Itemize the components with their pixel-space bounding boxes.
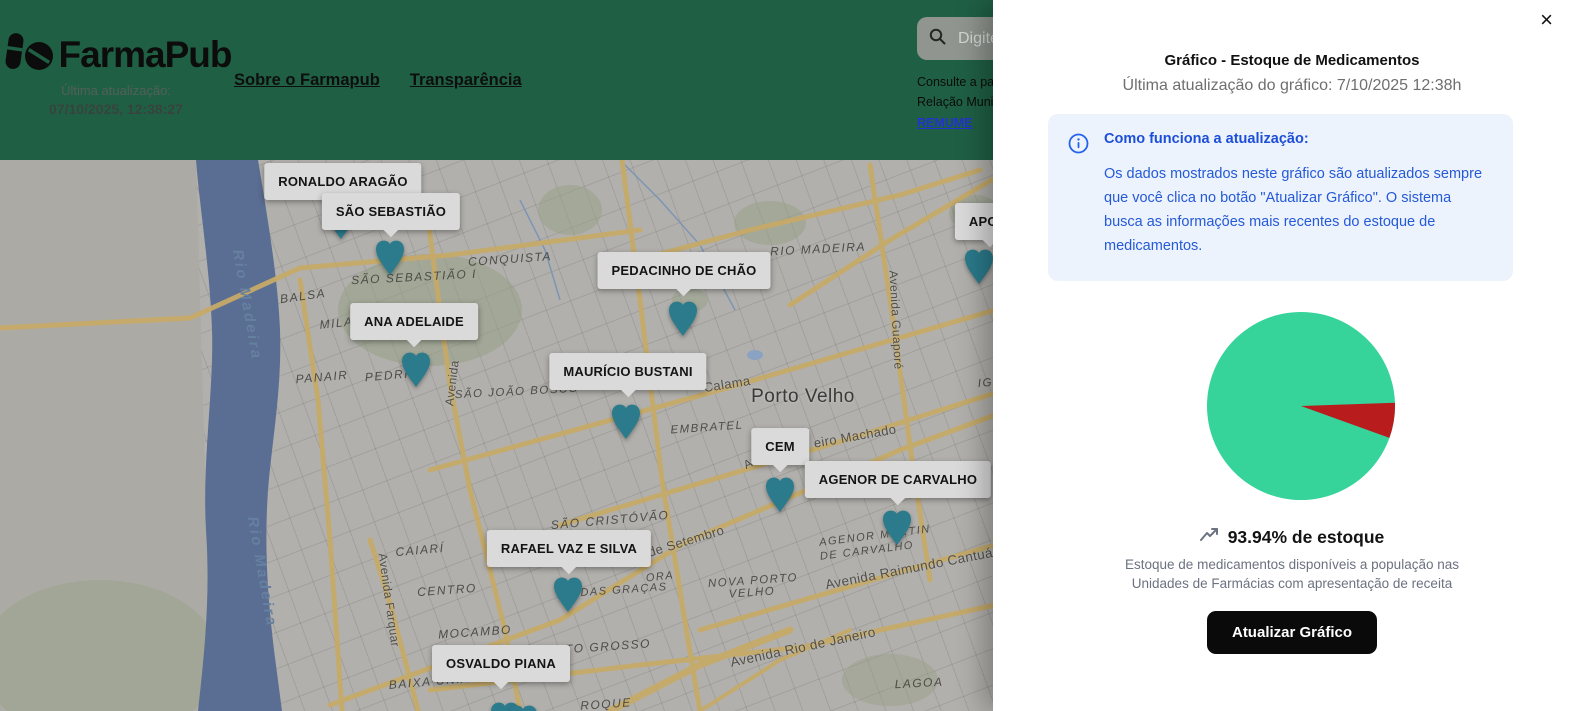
stock-caption: Estoque de medicamentos disponíveis a po… — [993, 555, 1591, 594]
remume-note: Consulte a pad Relação Munic REMUME — [917, 72, 1001, 133]
search-icon — [929, 28, 946, 50]
close-icon[interactable]: × — [1534, 8, 1559, 32]
pharmacy-pin[interactable] — [399, 348, 433, 388]
pharmacy-pin[interactable] — [880, 506, 914, 546]
update-chart-button[interactable]: Atualizar Gráfico — [1207, 611, 1377, 654]
last-update-value: 07/10/2025, 12:38:27 — [10, 101, 222, 117]
pharmacy-pin[interactable] — [551, 573, 585, 613]
last-update-label: Última atualização: — [10, 83, 222, 98]
stock-percentage: 93.94% de estoque — [1228, 527, 1385, 548]
remume-link[interactable]: REMUME — [917, 116, 973, 130]
main-nav: Sobre o Farmapub Transparência — [234, 71, 522, 90]
trending-up-icon — [1200, 527, 1220, 548]
brand: FarmaPub Última atualização: 07/10/2025,… — [10, 30, 222, 117]
map-street-label: Porto Velho — [751, 386, 855, 408]
info-body: Os dados mostrados neste gráfico são atu… — [1104, 163, 1493, 259]
pharmacy-pin[interactable] — [962, 245, 996, 285]
pharmacy-pin[interactable] — [609, 400, 643, 440]
stock-caption-line1: Estoque de medicamentos disponíveis a po… — [993, 555, 1591, 575]
remume-note-line1: Consulte a pad — [917, 72, 1001, 92]
info-box: Como funciona a atualização: Os dados mo… — [1048, 114, 1513, 281]
info-heading: Como funciona a atualização: — [1104, 131, 1493, 147]
farmapub-app: FarmaPub Última atualização: 07/10/2025,… — [0, 0, 1591, 711]
map-street-label: LAGOA — [894, 675, 944, 692]
pharmacy-label: SÃO SEBASTIÃO — [322, 193, 460, 230]
map-street-label: ROQUE — [580, 695, 632, 711]
brand-name: FarmaPub — [59, 34, 232, 76]
chart-panel: × Gráfico - Estoque de Medicamentos Últi… — [993, 0, 1591, 711]
pharmacy-label: ANA ADELAIDE — [350, 303, 478, 340]
pharmacy-label: OSVALDO PIANA — [432, 645, 570, 682]
panel-subtitle: Última atualização do gráfico: 7/10/2025… — [993, 77, 1591, 95]
stock-pie — [1207, 312, 1395, 500]
pharmacy-label: CEM — [751, 428, 809, 465]
remume-note-line2: Relação Munic — [917, 92, 1001, 112]
pharmacy-label: MAURÍCIO BUSTANI — [549, 353, 706, 390]
pharmacy-pin[interactable] — [506, 701, 540, 711]
nav-sobre-link[interactable]: Sobre o Farmapub — [234, 71, 380, 90]
stock-stat: 93.94% de estoque — [993, 527, 1591, 548]
pharmacy-label: RAFAEL VAZ E SILVA — [487, 530, 651, 567]
pharmacy-pin[interactable] — [763, 473, 797, 513]
stock-pie-chart — [1207, 312, 1395, 500]
pharmacy-pin[interactable] — [373, 236, 407, 276]
pharmacy-pin[interactable] — [666, 297, 700, 337]
nav-transparencia-link[interactable]: Transparência — [410, 71, 522, 90]
pill-capsule-icon — [1, 30, 55, 79]
pharmacy-label: AGENOR DE CARVALHO — [805, 461, 991, 498]
stock-caption-line2: Unidades de Farmácias com apresentação d… — [993, 574, 1591, 594]
info-icon — [1068, 133, 1089, 259]
panel-title: Gráfico - Estoque de Medicamentos — [993, 52, 1591, 69]
pharmacy-label: PEDACINHO DE CHÃO — [598, 252, 771, 289]
